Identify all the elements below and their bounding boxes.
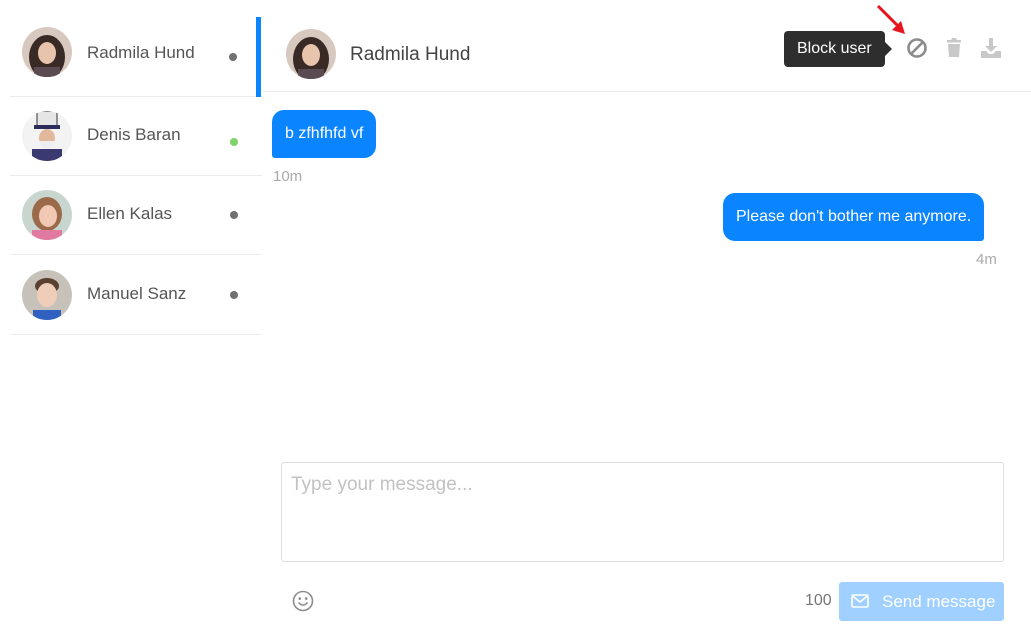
contact-item-denis-baran[interactable]: Denis Baran: [10, 97, 262, 176]
chat-title: Radmila Hund: [350, 44, 471, 65]
active-contact-indicator: [256, 17, 261, 97]
block-icon[interactable]: [905, 36, 929, 60]
contact-item-manuel-sanz[interactable]: Manuel Sanz: [10, 256, 262, 335]
block-user-tooltip: Block user: [784, 31, 892, 67]
chat-header: Radmila Hund Block user: [262, 0, 1031, 92]
avatar: [22, 27, 72, 77]
status-dot: [229, 53, 237, 61]
status-dot: [230, 291, 238, 299]
contact-list: Radmila Hund Denis Baran Ellen Kalas Man…: [0, 0, 262, 631]
message-input[interactable]: [281, 462, 1004, 562]
status-dot: [230, 211, 238, 219]
contact-name: Ellen Kalas: [87, 204, 173, 223]
contact-name: Denis Baran: [87, 125, 181, 144]
emoji-icon[interactable]: [292, 590, 314, 612]
incoming-message: b zfhfhfd vf: [272, 110, 377, 158]
avatar: [22, 270, 72, 320]
avatar: [286, 29, 336, 79]
outgoing-message: Please don't bother me anymore.: [723, 193, 985, 241]
envelope-icon: [851, 593, 869, 609]
status-dot: [230, 138, 238, 146]
send-message-button[interactable]: Send message: [839, 582, 1004, 621]
download-icon[interactable]: [979, 36, 1003, 60]
message-timestamp: 4m: [976, 251, 997, 268]
contact-item-radmila-hund[interactable]: Radmila Hund: [10, 13, 262, 97]
trash-icon[interactable]: [942, 36, 966, 60]
avatar: [22, 111, 72, 161]
send-message-label: Send message: [882, 592, 996, 611]
contact-item-ellen-kalas[interactable]: Ellen Kalas: [10, 176, 262, 255]
character-counter: 100: [805, 592, 832, 609]
message-timestamp: 10m: [273, 168, 303, 185]
avatar: [22, 190, 72, 240]
contact-name: Radmila Hund: [87, 43, 195, 62]
contact-name: Manuel Sanz: [87, 284, 187, 303]
